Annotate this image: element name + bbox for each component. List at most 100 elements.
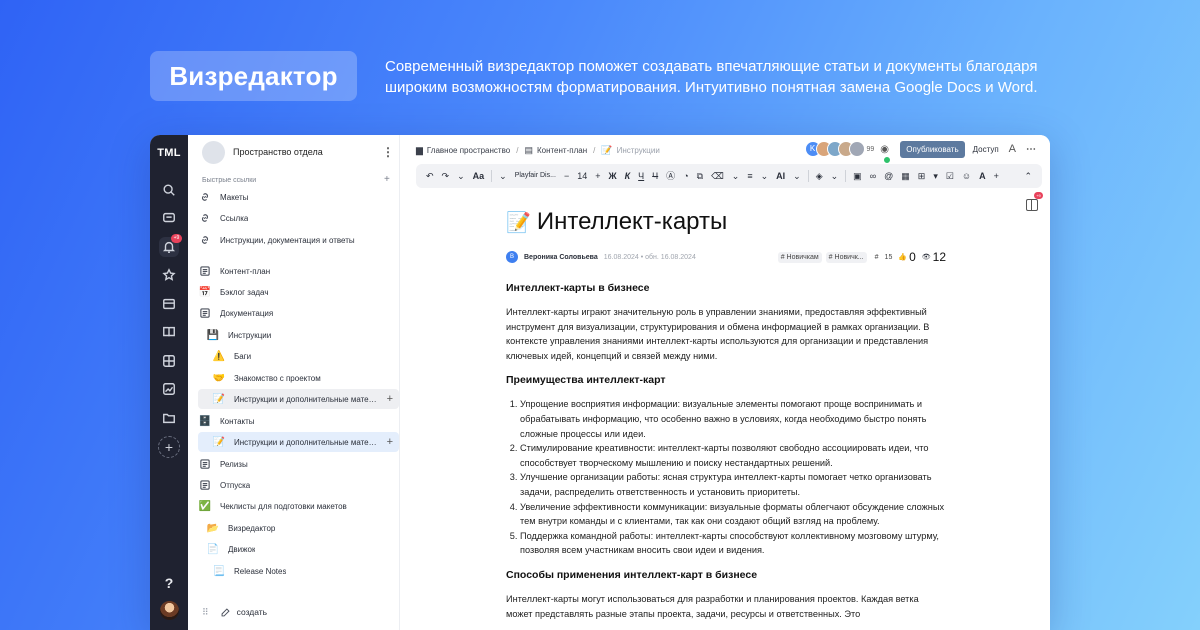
chevron-down-icon[interactable]: ⌄ [728,164,744,188]
analytics-icon[interactable] [159,379,179,399]
dropdown-block-icon[interactable]: ▾ [929,164,942,188]
doc-icon: ▤ [524,144,533,155]
ai-button[interactable]: AI [772,164,789,188]
publish-button[interactable]: Опубликовать [900,140,965,158]
chevron-down-icon[interactable]: ⌄ [757,164,773,188]
book-icon[interactable] [159,322,179,342]
tree-item[interactable]: Отпуска [198,475,398,495]
tree-item[interactable]: 📄 Движок [206,539,398,559]
icon-rail: TML +9 + ? [150,135,188,630]
create-label: создать [236,607,268,617]
more-vertical-icon[interactable]: ⋮ [382,146,394,158]
emoji-icon[interactable]: ☺ [958,164,975,188]
side-panel-icon[interactable] [1026,199,1038,211]
image-icon[interactable]: ▣ [849,164,866,188]
tree-item[interactable]: 📃 Release Notes [212,561,398,581]
font-family-select[interactable]: Playfair Dis... [511,164,560,188]
mention-icon[interactable]: @ [880,164,897,188]
checkbox-icon[interactable]: ☑ [942,164,958,188]
add-child-button[interactable]: + [387,436,393,448]
font-size-decrease[interactable]: − [560,164,573,188]
tree-item-label: Релизы [220,459,248,469]
undo-icon[interactable]: ↶ [422,164,438,188]
table-icon[interactable]: ⊞ [914,164,930,188]
align-left-icon[interactable]: ≡ [743,164,756,188]
hero-badge: Визредактор [150,51,357,101]
text-style-icon[interactable]: Aa [469,164,489,188]
breadcrumb-item[interactable]: Контент-план [537,146,587,155]
text-color-icon[interactable]: Ⓐ [662,164,679,188]
chat-icon[interactable] [159,208,179,228]
tree-item-active[interactable]: 📝 Инструкции и дополнительные материалы + [198,432,399,452]
tree-item-label: Чеклисты для подготовки макетов [220,501,347,511]
doc-icon [198,306,212,320]
text-size-icon[interactable]: A [1009,143,1016,155]
tree-item[interactable]: ⚠️ Баги [212,346,398,366]
font-size-value[interactable]: 14 [573,164,591,188]
quick-link-item[interactable]: Инструкции, документация и ответы [198,230,398,250]
underline-button[interactable]: Ч [634,164,648,188]
tree-item[interactable]: 📅 Бэклог задач [198,282,398,302]
drag-handle-icon[interactable]: ⠿ [202,607,209,618]
tag-chip[interactable]: # Новичк... [825,251,867,263]
scroll-icon: 📃 [212,565,226,577]
create-button[interactable]: ⠿ создать [202,602,392,622]
thumbs-up-icon[interactable]: 👍 [898,253,907,261]
chevron-down-icon[interactable]: ⌄ [495,164,511,188]
search-icon[interactable] [159,180,179,200]
user-avatar[interactable] [160,601,179,620]
tree-item[interactable]: Релизы [198,454,398,474]
memo-icon[interactable]: 📝 [506,210,531,235]
add-quick-link-button[interactable]: + [384,174,390,185]
eraser-icon[interactable]: ⌫ [707,164,728,188]
numbered-list: Упрощение восприятия информации: визуаль… [520,397,946,558]
document-body[interactable]: Интеллект-карты в бизнесе Интеллект-карт… [506,281,946,630]
text-block-icon[interactable]: A [975,164,990,188]
access-button[interactable]: Доступ [973,145,999,154]
strikethrough-button[interactable]: Ч [648,164,662,188]
add-child-button[interactable]: + [387,393,393,405]
link-icon[interactable]: ∞ [866,164,880,188]
italic-button[interactable]: К [621,164,635,188]
tree-item[interactable]: 🗄️ Контакты [198,411,398,431]
eye-icon[interactable]: ◉ [880,144,894,164]
tree-item-selected[interactable]: 📝 Инструкции и дополнительные материалы + [198,389,399,409]
document-title-text[interactable]: Интеллект-карты [537,208,727,236]
more-horizontal-icon[interactable]: ⋯ [1026,144,1036,155]
folder-icon[interactable] [159,408,179,428]
chevron-down-icon[interactable]: ⌄ [789,164,805,188]
editor-main: ▆ Главное пространство / ▤ Контент-план … [400,135,1050,630]
highlight-icon[interactable]: ◔ [679,164,692,188]
chevron-down-icon[interactable]: ⌄ [827,164,843,188]
collapse-toolbar-icon[interactable]: ⌃ [1020,164,1036,188]
bold-button[interactable]: Ж [604,164,620,188]
insert-plus-icon[interactable]: + [990,164,1003,188]
inbox-icon[interactable] [159,294,179,314]
redo-icon[interactable]: ↷ [438,164,454,188]
tree-item[interactable]: Документация [198,303,398,323]
star-icon[interactable] [159,265,179,285]
quick-link-item[interactable]: Макеты [198,187,398,207]
board-icon[interactable] [159,351,179,371]
author-avatar[interactable]: В [506,251,518,263]
breadcrumb-item[interactable]: Главное пространство [427,146,510,155]
author-name[interactable]: Вероника Соловьева [524,254,598,261]
document-title[interactable]: 📝 Интеллект-карты [506,205,956,239]
add-space-button[interactable]: + [158,436,180,458]
tree-item[interactable]: ✅ Чеклисты для подготовки макетов [198,496,398,516]
tree-item[interactable]: 📂 Визредактор [206,518,398,538]
help-button[interactable]: ? [150,575,188,591]
code-icon[interactable]: ⧉ [693,164,707,188]
app-logo[interactable]: TML [150,147,188,159]
quick-link-item[interactable]: Ссылка [198,208,398,228]
tree-item[interactable]: 🤝 Знакомство с проектом [212,368,398,388]
chevron-down-icon[interactable]: ⌄ [453,164,469,188]
tree-item[interactable]: 💾 Инструкции [206,325,398,345]
tag-chip[interactable]: # Новичкам [777,251,822,263]
paint-bucket-icon[interactable]: ◈ [812,164,827,188]
calendar-icon[interactable]: ▦ [897,164,914,188]
space-header[interactable]: Пространство отдела ⋮ [202,140,394,164]
font-size-increase[interactable]: + [591,164,604,188]
viewer-avatar[interactable] [848,141,865,157]
tree-item[interactable]: Контент-план [198,261,398,281]
